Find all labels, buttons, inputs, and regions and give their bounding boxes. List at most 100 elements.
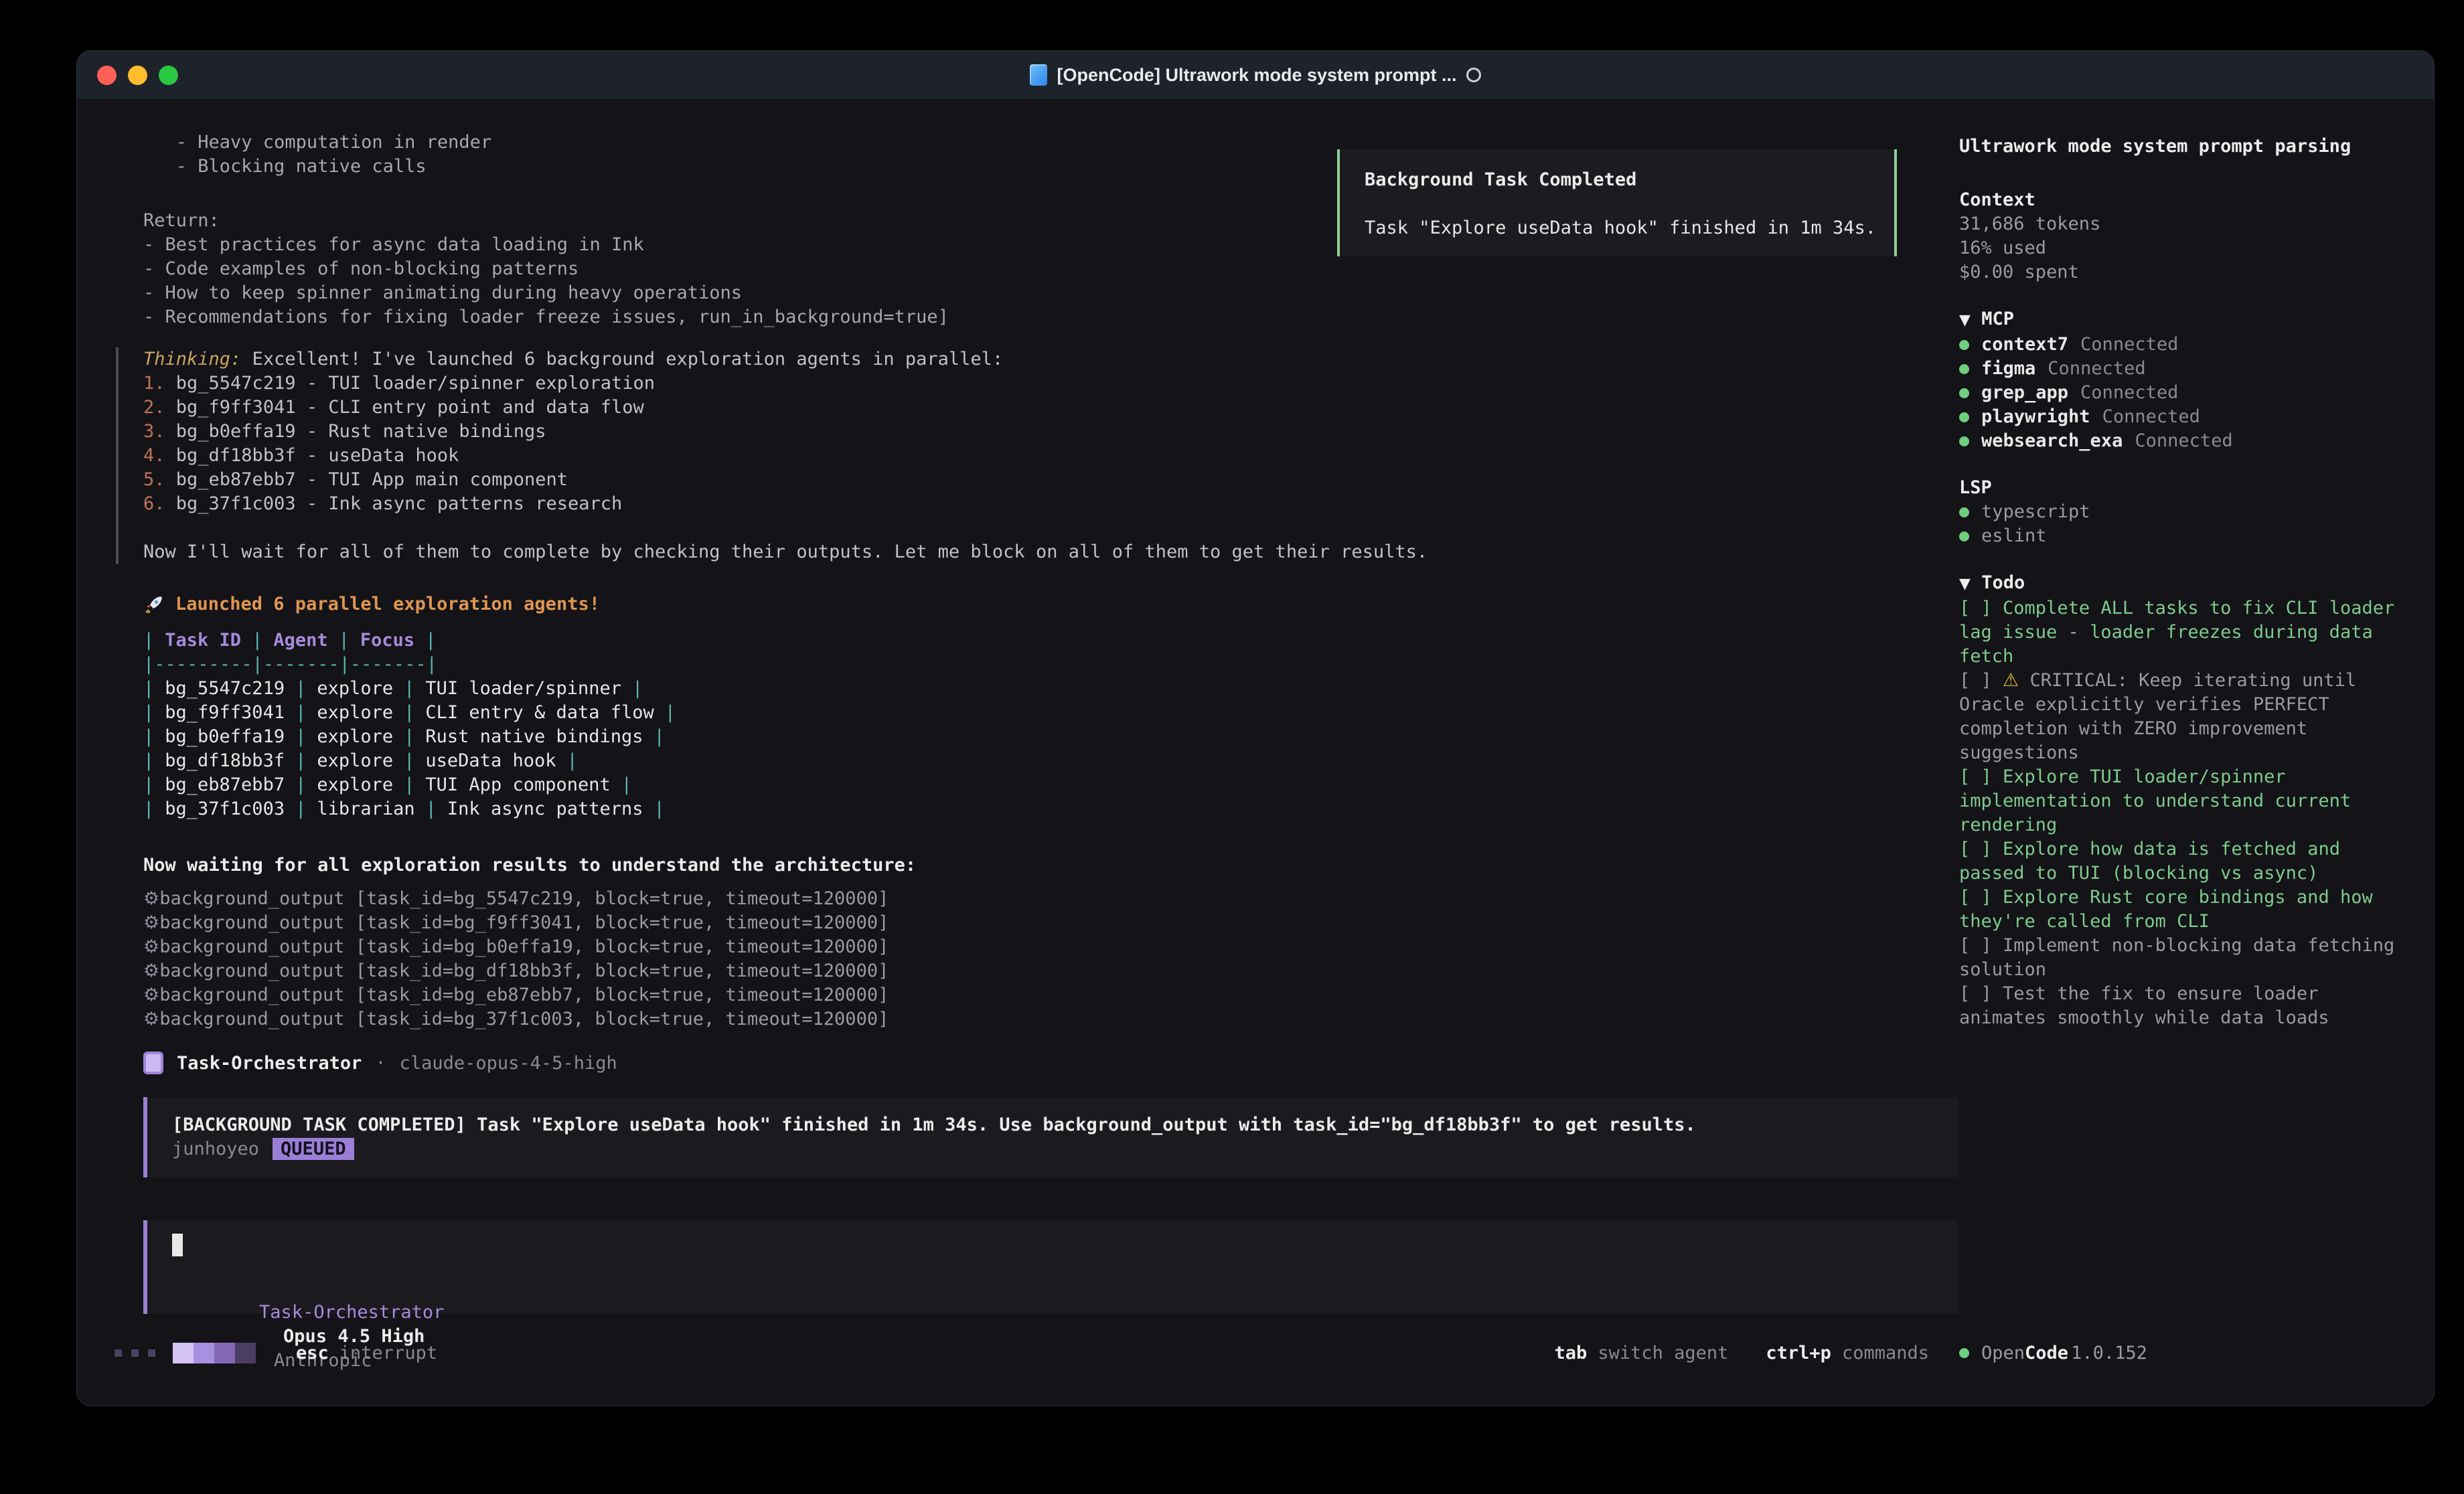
context-used: 16% used (1959, 236, 2414, 260)
thinking-block: Thinking: Excellent! I've launched 6 bac… (116, 347, 1938, 564)
status-right: tab switch agent ctrl+p commands (1555, 1343, 1929, 1363)
spinner-dot-icon (148, 1349, 155, 1357)
window-title: [OpenCode] Ultrawork mode system prompt … (1057, 65, 1456, 86)
agent-name: Task-Orchestrator (177, 1053, 362, 1074)
thinking-item: 5. bg_eb87ebb7 - TUI App main component (143, 468, 1938, 492)
mcp-item: figmaConnected (1959, 357, 2414, 381)
status-dot-icon (1959, 436, 1969, 446)
status-dot-icon (1959, 364, 1969, 374)
terminal-window: [OpenCode] Ultrawork mode system prompt … (76, 50, 2435, 1406)
prompt-input[interactable]: Task-Orchestrator Opus 4.5 High Anthropi… (143, 1220, 1958, 1314)
spinner-dot-icon (131, 1349, 139, 1357)
brand-code: Code (2025, 1343, 2068, 1363)
toast-title: Background Task Completed (1365, 168, 1894, 192)
todo-item: [ ] Complete ALL tasks to fix CLI loader… (1959, 596, 2414, 669)
collapse-icon: ▼ (1959, 312, 1971, 329)
progress-ring-icon (1466, 68, 1481, 82)
context-spent: $0.00 spent (1959, 260, 2414, 284)
esc-key-label: interrupt (339, 1343, 437, 1363)
mcp-item: websearch_exaConnected (1959, 429, 2414, 453)
input-agent-name[interactable]: Task-Orchestrator (259, 1302, 444, 1323)
table-row: |bg_b0effa19|explore|Rust native binding… (143, 725, 1938, 749)
warning-icon: ⚠ (2003, 670, 2019, 691)
spinner-dot-icon (114, 1349, 122, 1357)
launch-announcement: Launched 6 parallel exploration agents! (143, 592, 1938, 616)
notification-toast[interactable]: Background Task Completed Task "Explore … (1337, 149, 1897, 256)
transcript-line: - How to keep spinner animating during h… (143, 281, 1938, 305)
thinking-label: Thinking: (143, 349, 241, 369)
agent-icon (143, 1052, 163, 1074)
todo-item: [ ] Explore how data is fetched and pass… (1959, 837, 2414, 886)
tool-call-list: ⚙background_output [task_id=bg_5547c219,… (143, 887, 1938, 1031)
table-row: |bg_5547c219|explore|TUI loader/spinner| (143, 677, 1938, 701)
waiting-line: Now waiting for all exploration results … (143, 853, 1938, 878)
status-dot-icon (1959, 531, 1969, 542)
tool-call: ⚙background_output [task_id=bg_5547c219,… (143, 887, 1938, 911)
tool-call: ⚙background_output [task_id=bg_f9ff3041,… (143, 911, 1938, 935)
thinking-intro: Excellent! I've launched 6 background ex… (241, 349, 1003, 369)
status-dot-icon (1959, 340, 1969, 350)
file-icon (1030, 64, 1047, 86)
todo-item: [ ] Explore TUI loader/spinner implement… (1959, 765, 2414, 837)
table-row: |bg_eb87ebb7|explore|TUI App component| (143, 773, 1938, 797)
ctrlp-key-label: commands (1842, 1343, 1929, 1363)
agent-model: claude-opus-4-5-high (400, 1053, 617, 1074)
rocket-icon (143, 594, 165, 615)
table-header-row: |Task ID|Agent|Focus| (143, 629, 1938, 653)
dot-separator: · (375, 1053, 386, 1074)
mcp-heading[interactable]: ▼ MCP (1959, 307, 2414, 333)
window-title-group: [OpenCode] Ultrawork mode system prompt … (77, 64, 2434, 86)
status-dot-icon (1959, 1348, 1969, 1358)
status-dot-icon (1959, 388, 1969, 398)
background-task-completed-box: [BACKGROUND TASK COMPLETED] Task "Explor… (143, 1097, 1958, 1177)
status-left: esc interrupt (114, 1343, 437, 1363)
thinking-item: 3. bg_b0effa19 - Rust native bindings (143, 420, 1938, 444)
thinking-item: 6. bg_37f1c003 - Ink async patterns rese… (143, 492, 1938, 516)
wait-line: Now I'll wait for all of them to complet… (143, 540, 1938, 564)
input-agent-row: Task-Orchestrator Opus 4.5 High Anthropi… (172, 1276, 1958, 1301)
brand-open: Open (1981, 1343, 2025, 1363)
username: junhoyeo (172, 1139, 259, 1159)
todo-item: [ ] Implement non-blocking data fetching… (1959, 934, 2414, 982)
progress-spinner (173, 1343, 194, 1363)
todo-heading[interactable]: ▼ Todo (1959, 571, 2414, 596)
tool-call: ⚙background_output [task_id=bg_df18bb3f,… (143, 959, 1938, 983)
agent-message-header: Task-Orchestrator · claude-opus-4-5-high (143, 1052, 1938, 1074)
table-separator-row: |---------|-------|-------| (143, 653, 1938, 677)
agent-table: |Task ID|Agent|Focus| |---------|-------… (143, 629, 1938, 821)
status-dot-icon (1959, 412, 1969, 422)
sidebar: Ultrawork mode system prompt parsing Con… (1959, 135, 2414, 1030)
mcp-item: context7Connected (1959, 333, 2414, 357)
esc-key-hint: esc (296, 1343, 329, 1363)
progress-spinner (194, 1343, 214, 1363)
todo-item: [ ] Test the fix to ensure loader animat… (1959, 982, 2414, 1030)
thinking-item: 1. bg_5547c219 - TUI loader/spinner expl… (143, 371, 1938, 396)
ctrlp-key-hint: ctrl+p (1766, 1343, 1831, 1363)
collapse-icon: ▼ (1959, 576, 1971, 592)
todo-item: [ ] Explore Rust core bindings and how t… (1959, 886, 2414, 934)
tool-call: ⚙background_output [task_id=bg_37f1c003,… (143, 1007, 1938, 1031)
status-bar: esc interrupt tab switch agent ctrl+p co… (77, 1337, 2435, 1384)
tool-call: ⚙background_output [task_id=bg_b0effa19,… (143, 935, 1938, 959)
lsp-heading: LSP (1959, 476, 2414, 500)
table-row: |bg_df18bb3f|explore|useData hook| (143, 749, 1938, 773)
context-heading: Context (1959, 188, 2414, 212)
session-title: Ultrawork mode system prompt parsing (1959, 135, 2414, 159)
todo-item: [ ] ⚠ CRITICAL: Keep iterating until Ora… (1959, 669, 2414, 765)
mcp-item: playwrightConnected (1959, 405, 2414, 429)
tab-key-label: switch agent (1598, 1343, 1728, 1363)
toast-body: Task "Explore useData hook" finished in … (1365, 216, 1894, 240)
text-cursor (172, 1234, 183, 1256)
tool-call: ⚙background_output [task_id=bg_eb87ebb7,… (143, 983, 1938, 1007)
transcript-line: - Recommendations for fixing loader free… (143, 305, 1938, 329)
table-row: |bg_f9ff3041|explore|CLI entry & data fl… (143, 701, 1938, 725)
status-badge: QUEUED (273, 1138, 354, 1160)
completed-message: [BACKGROUND TASK COMPLETED] Task "Explor… (172, 1113, 1958, 1137)
thinking-item: 4. bg_df18bb3f - useData hook (143, 444, 1938, 468)
transcript-line: - Code examples of non-blocking patterns (143, 257, 1938, 281)
status-dot-icon (1959, 507, 1969, 517)
version-number: 1.0.152 (2071, 1343, 2147, 1363)
lsp-item: eslint (1959, 524, 2414, 548)
transcript-scroll-area[interactable]: - Heavy computation in render - Blocking… (143, 131, 1938, 1314)
app-version: OpenCode1.0.152 (1959, 1343, 2147, 1363)
